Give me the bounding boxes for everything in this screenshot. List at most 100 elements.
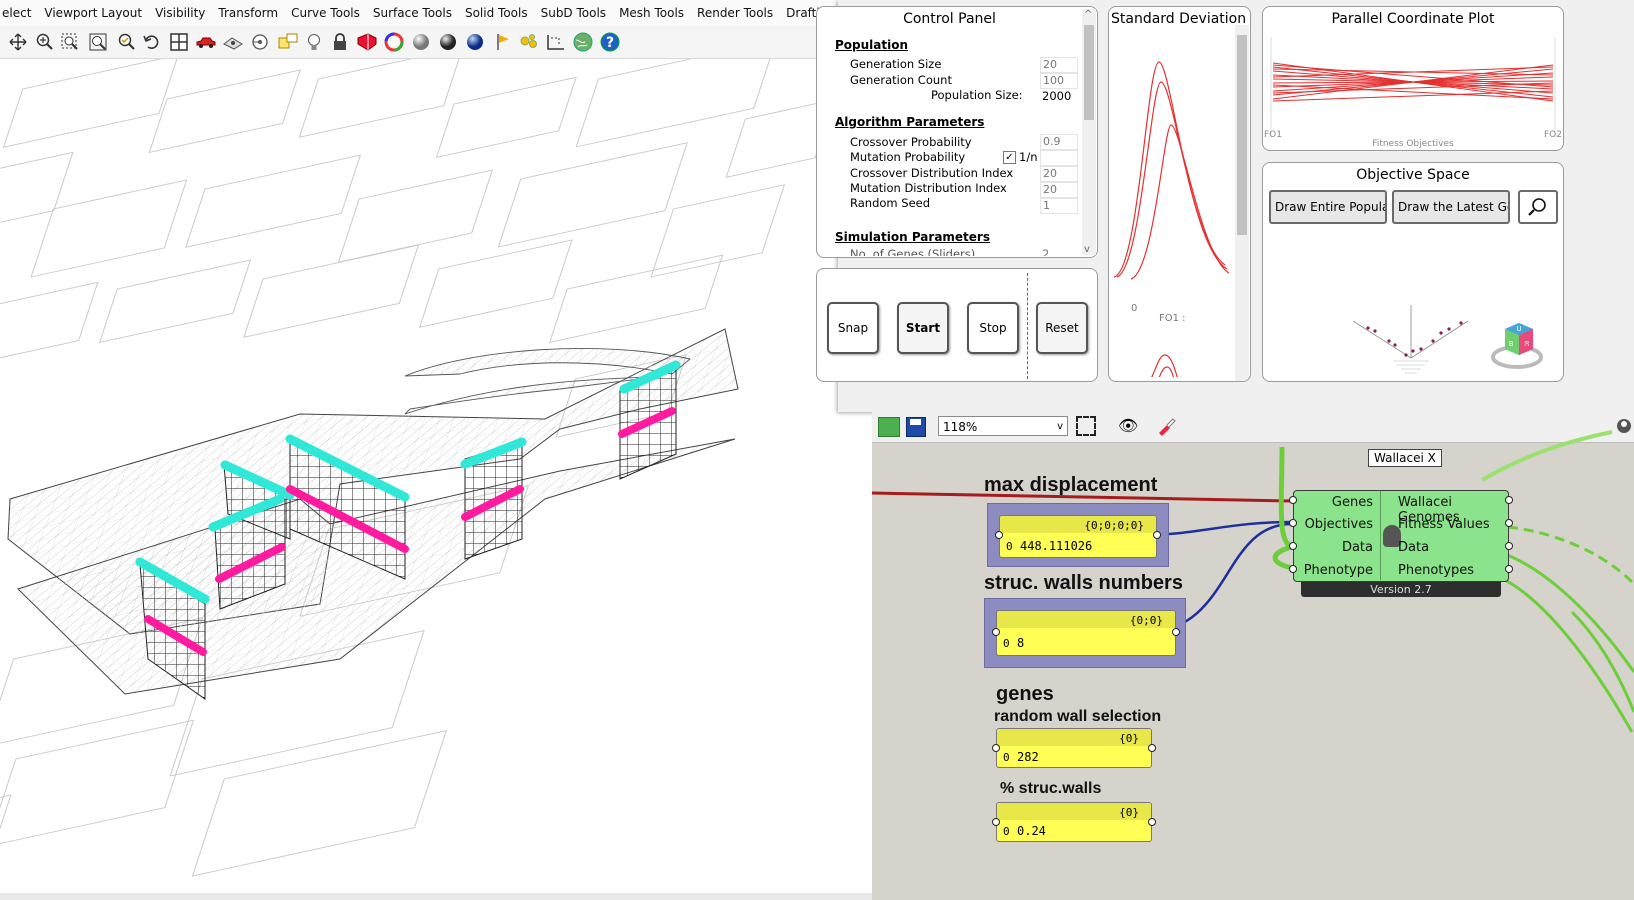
crossover-distribution-input[interactable]: 20 [1040, 166, 1078, 182]
genes-output-port[interactable] [1148, 744, 1156, 752]
sphere-dark-icon[interactable] [436, 30, 460, 54]
random-seed-input[interactable]: 1 [1040, 198, 1078, 214]
wallacei-input-objectives[interactable]: Objectives [1305, 517, 1373, 532]
max-displacement-path: {0;0;0;0} [1084, 519, 1144, 532]
menu-item-viewport-layout[interactable]: Viewport Layout [44, 6, 153, 20]
light-bulb-icon[interactable] [302, 30, 326, 54]
rhino-perspective-viewport[interactable] [0, 59, 872, 894]
generation-size-input[interactable]: 20 [1040, 57, 1078, 73]
cube-left-label: B [1509, 340, 1514, 348]
wallacei-input-data[interactable]: Data [1342, 540, 1373, 555]
car-icon[interactable] [194, 30, 218, 54]
wallacei-port-in-2[interactable] [1289, 542, 1297, 550]
genes-title: genes [996, 683, 1054, 705]
menu-item-curve-tools[interactable]: Curve Tools [291, 6, 371, 20]
wallacei-version-bar: Version 2.7 [1301, 582, 1501, 597]
genes-input-port[interactable] [992, 744, 1000, 752]
flag-icon[interactable] [492, 30, 516, 54]
wallacei-port-out-1[interactable] [1505, 519, 1513, 527]
stop-button[interactable]: Stop [967, 302, 1019, 354]
undo-view-icon[interactable] [140, 30, 164, 54]
dimension-icon[interactable] [544, 30, 568, 54]
move-icon[interactable] [6, 30, 30, 54]
grasshopper-canvas[interactable]: 118% v 👁 max displacement {0;0;0;0} 0 448… [872, 412, 1634, 900]
pct-struc-walls-output-port[interactable] [1148, 818, 1156, 826]
wallacei-port-in-3[interactable] [1289, 565, 1297, 573]
wallacei-port-in-0[interactable] [1289, 496, 1297, 504]
menu-item-elect[interactable]: elect [2, 6, 42, 20]
context-building-outline [30, 179, 188, 278]
snap-button[interactable]: Snap [827, 302, 879, 354]
reset-button[interactable]: Reset [1036, 302, 1088, 354]
set-cplane-icon[interactable] [276, 30, 300, 54]
max-displacement-index: 0 [1006, 540, 1013, 553]
sphere-gray-icon[interactable] [409, 30, 433, 54]
sphere-blue-icon[interactable] [463, 30, 487, 54]
wallacei-port-out-0[interactable] [1505, 496, 1513, 504]
menu-item-visibility[interactable]: Visibility [155, 6, 216, 20]
crossover-probability-input[interactable]: 0.9 [1040, 134, 1078, 150]
menu-item-subd-tools[interactable]: SubD Tools [541, 6, 617, 20]
four-viewports-icon[interactable] [167, 30, 191, 54]
wallacei-output-phenotypes[interactable]: Phenotypes [1398, 563, 1474, 578]
struc-walls-input-port[interactable] [992, 628, 1000, 636]
std-dev-scroll-thumb[interactable] [1237, 35, 1247, 235]
menu-item-transform[interactable]: Transform [218, 6, 289, 20]
menu-item-solid-tools[interactable]: Solid Tools [465, 6, 539, 20]
max-displacement-output-port[interactable] [1153, 531, 1161, 539]
draw-latest-generation-button[interactable]: Draw the Latest Gene [1392, 190, 1510, 224]
shield-icon[interactable] [355, 30, 379, 54]
genes-path: {0} [1119, 732, 1139, 745]
pct-struc-walls-panel[interactable]: {0} 0 0.24 [996, 802, 1152, 842]
wallacei-port-out-2[interactable] [1505, 542, 1513, 550]
generation-count-input[interactable]: 100 [1040, 73, 1078, 89]
svg-text:?: ? [606, 35, 614, 51]
view-cube-icon[interactable]: U B R [1489, 315, 1551, 375]
crossover-probability-label: Crossover Probability [850, 135, 972, 149]
menu-item-mesh-tools[interactable]: Mesh Tools [619, 6, 695, 20]
wallacei-output-data[interactable]: Data [1398, 540, 1429, 555]
menu-item-surface-tools[interactable]: Surface Tools [373, 6, 463, 20]
zoom-dynamic-icon[interactable] [58, 30, 82, 54]
control-panel-scrollbar[interactable]: ^ v [1082, 9, 1096, 255]
zoom-window-icon[interactable] [32, 30, 56, 54]
zoom-extents-icon[interactable] [86, 30, 110, 54]
rhino-menubar: elect Viewport Layout Visibility Transform C… [0, 0, 850, 27]
objective-space-title: Objective Space [1356, 167, 1470, 183]
menu-item-render-tools[interactable]: Render Tools [697, 6, 784, 20]
mutation-checkbox[interactable]: ✓ [1003, 151, 1016, 164]
help-icon[interactable]: ? [598, 30, 622, 54]
context-building-outline [497, 142, 688, 248]
mutation-distribution-input[interactable]: 20 [1040, 182, 1078, 198]
pct-struc-walls-input-port[interactable] [992, 818, 1000, 826]
wallacei-output-fitness[interactable]: Fitness Values [1398, 517, 1490, 532]
struc-walls-output-port[interactable] [1172, 628, 1180, 636]
zoom-selected-icon[interactable] [114, 30, 138, 54]
pct-struc-walls-title: % struc.walls [1000, 780, 1102, 797]
scroll-up-icon[interactable]: ^ [1084, 9, 1092, 20]
wallacei-port-in-1[interactable] [1289, 519, 1297, 527]
wallacei-port-out-3[interactable] [1505, 565, 1513, 573]
std-dev-scrollbar[interactable] [1235, 25, 1249, 381]
gear-cluster-icon[interactable] [517, 30, 541, 54]
start-button[interactable]: Start [897, 302, 949, 354]
wallacei-input-phenotype[interactable]: Phenotype [1304, 563, 1373, 578]
max-displacement-input-port[interactable] [995, 531, 1003, 539]
wallacei-input-genes[interactable]: Genes [1332, 495, 1373, 510]
color-wheel-icon[interactable] [382, 30, 406, 54]
mutation-probability-input[interactable] [1040, 150, 1078, 166]
rotate-view-icon[interactable] [248, 30, 272, 54]
lock-icon[interactable] [328, 30, 352, 54]
no-of-genes-label: No. of Genes (Sliders) [850, 247, 976, 256]
scroll-thumb[interactable] [1084, 25, 1094, 120]
genes-panel[interactable]: {0} 0 282 [996, 728, 1152, 768]
globe-icon[interactable] [571, 30, 595, 54]
wallacei-x-component[interactable]: Genes Objectives Data Phenotype Wallacei… [1293, 490, 1509, 582]
named-view-icon[interactable] [221, 30, 245, 54]
max-displacement-panel[interactable]: {0;0;0;0} 0 448.111026 [999, 515, 1157, 558]
draw-entire-population-button[interactable]: Draw Entire Populatic [1269, 190, 1387, 224]
scroll-down-icon[interactable]: v [1084, 244, 1090, 255]
struc-walls-numbers-panel[interactable]: {0;0} 0 8 [996, 610, 1176, 656]
zoom-objective-button[interactable] [1518, 190, 1558, 224]
population-size-label: Population Size: [931, 88, 1023, 102]
